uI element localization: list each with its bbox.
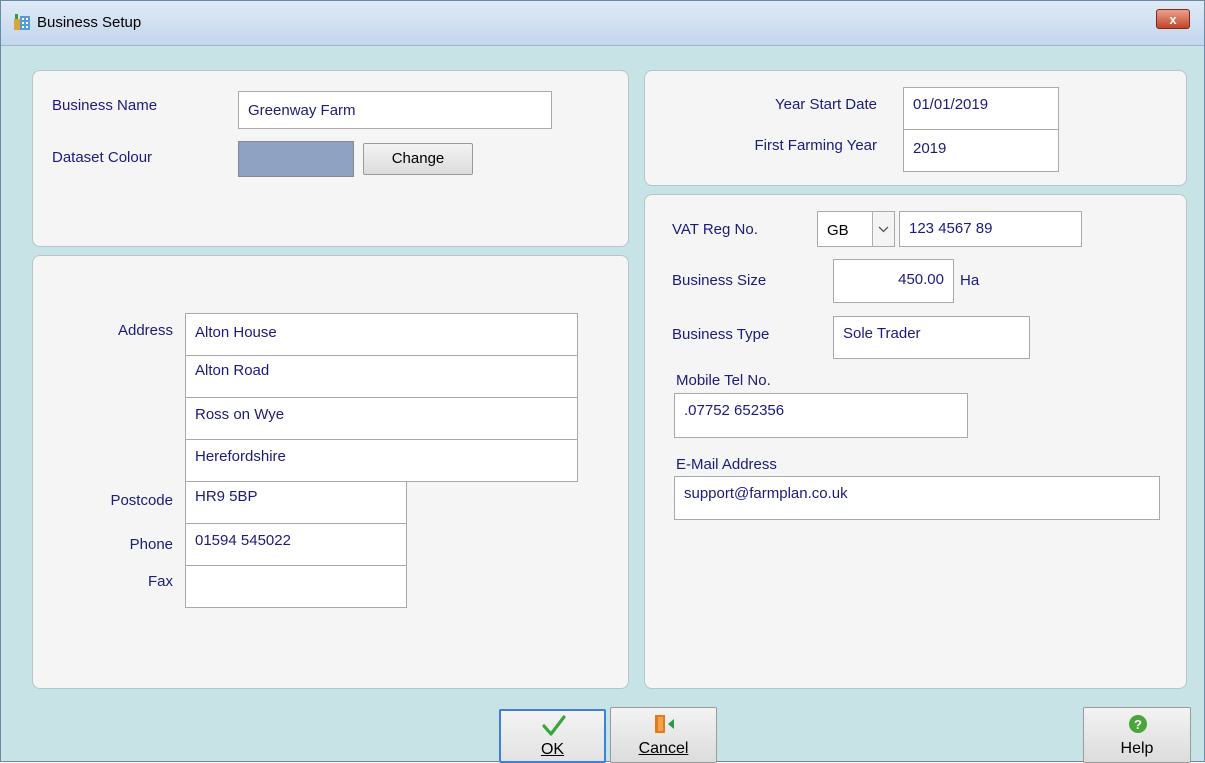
vat-country-select[interactable]: GB: [817, 211, 895, 247]
business-setup-window: Business Setup x Business Name Greenway …: [0, 0, 1205, 763]
business-size-label: Business Size: [672, 272, 767, 289]
checkmark-icon: [542, 715, 566, 741]
cancel-label: Cancel: [638, 740, 689, 757]
address-line-3[interactable]: Ross on Wye: [185, 397, 578, 440]
business-type-field[interactable]: Sole Trader: [833, 316, 1030, 359]
mobile-tel-field[interactable]: .07752 652356: [674, 393, 968, 438]
fax-field[interactable]: [185, 565, 407, 608]
vat-reg-label: VAT Reg No.: [672, 221, 758, 238]
business-size-field[interactable]: 450.00: [833, 259, 954, 303]
year-start-field[interactable]: 01/01/2019: [903, 87, 1059, 130]
ok-label: OK: [540, 741, 565, 758]
address-line-4[interactable]: Herefordshire: [185, 439, 578, 482]
window-title: Business Setup: [37, 14, 142, 31]
business-name-panel: Business Name Greenway Farm Dataset Colo…: [32, 70, 629, 247]
help-button[interactable]: ? Help: [1083, 707, 1191, 763]
vat-country-value: GB: [827, 222, 849, 239]
app-icon: [13, 13, 31, 31]
address-line-2[interactable]: Alton Road: [185, 355, 578, 398]
dataset-colour-label: Dataset Colour: [52, 149, 153, 166]
ok-button[interactable]: OK: [499, 709, 606, 763]
mobile-tel-label: Mobile Tel No.: [676, 372, 771, 389]
postcode-label: Postcode: [110, 492, 173, 509]
email-address-field[interactable]: support@farmplan.co.uk: [674, 476, 1160, 520]
dataset-colour-swatch: [238, 141, 354, 177]
exit-door-icon: [653, 713, 677, 739]
business-name-field[interactable]: Greenway Farm: [238, 91, 552, 129]
phone-label: Phone: [129, 536, 173, 553]
cancel-button[interactable]: Cancel: [610, 707, 717, 763]
year-start-label: Year Start Date: [774, 96, 877, 113]
close-icon: x: [1169, 12, 1177, 27]
business-type-label: Business Type: [672, 326, 770, 343]
first-farming-year-field[interactable]: 2019: [903, 129, 1059, 172]
address-line-1[interactable]: Alton House: [185, 313, 578, 356]
svg-text:?: ?: [1134, 717, 1142, 732]
size-unit-label: Ha: [960, 272, 980, 289]
postcode-field[interactable]: HR9 5BP: [185, 481, 407, 524]
email-address-label: E-Mail Address: [676, 456, 777, 473]
business-name-label: Business Name: [52, 97, 158, 114]
title-bar: Business Setup x: [1, 1, 1204, 46]
business-details-panel: VAT Reg No. GB 123 4567 89 Business Size…: [644, 194, 1187, 689]
first-farming-year-label: First Farming Year: [754, 137, 877, 154]
address-panel: Address Alton House Alton Road Ross on W…: [32, 255, 629, 689]
chevron-down-icon[interactable]: [872, 212, 894, 246]
fax-label: Fax: [147, 573, 173, 590]
year-panel: Year Start Date 01/01/2019 First Farming…: [644, 70, 1187, 186]
vat-number-field[interactable]: 123 4567 89: [899, 211, 1082, 247]
help-icon: ?: [1128, 714, 1148, 738]
help-label: Help: [1120, 740, 1154, 757]
close-button[interactable]: x: [1156, 9, 1190, 29]
change-colour-button[interactable]: Change: [363, 143, 473, 175]
address-label: Address: [117, 322, 173, 339]
phone-field[interactable]: 01594 545022: [185, 523, 407, 566]
